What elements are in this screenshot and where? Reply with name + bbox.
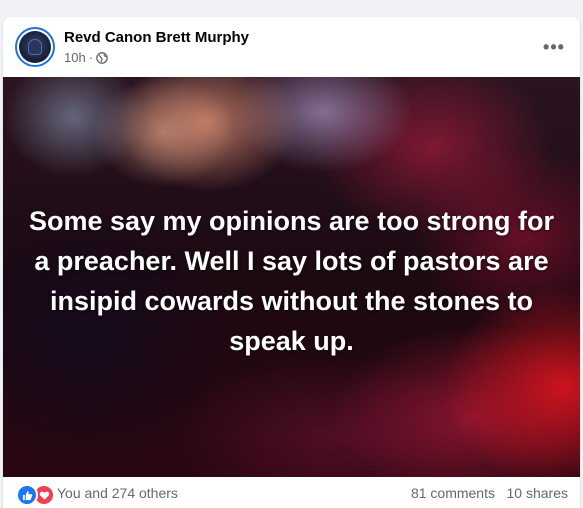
author-name[interactable]: Revd Canon Brett Murphy xyxy=(64,29,249,46)
globe-icon xyxy=(96,51,108,64)
more-options-button[interactable]: ••• xyxy=(538,31,570,63)
post-text: Some say my opinions are too strong for … xyxy=(28,206,555,356)
meta-separator: · xyxy=(88,50,94,65)
comments-count[interactable]: 81 comments xyxy=(411,485,495,501)
author-avatar[interactable] xyxy=(15,27,55,67)
avatar-image xyxy=(19,31,51,63)
post-time[interactable]: 10h xyxy=(64,50,86,65)
post-footer: You and 274 others 81 comments 10 shares xyxy=(3,477,580,508)
post-image[interactable]: Some say my opinions are too strong for … xyxy=(3,77,580,477)
post-card: Revd Canon Brett Murphy 10h · ••• Some s… xyxy=(3,17,580,508)
post-meta: 10h · xyxy=(64,50,108,65)
avatar-figure-icon xyxy=(28,39,42,55)
reaction-summary[interactable]: You and 274 others xyxy=(57,485,178,501)
reaction-icons[interactable] xyxy=(16,484,55,506)
like-icon xyxy=(16,484,38,506)
shares-count[interactable]: 10 shares xyxy=(507,485,568,501)
post-header: Revd Canon Brett Murphy 10h · ••• xyxy=(3,17,580,77)
more-options-icon: ••• xyxy=(543,36,565,57)
